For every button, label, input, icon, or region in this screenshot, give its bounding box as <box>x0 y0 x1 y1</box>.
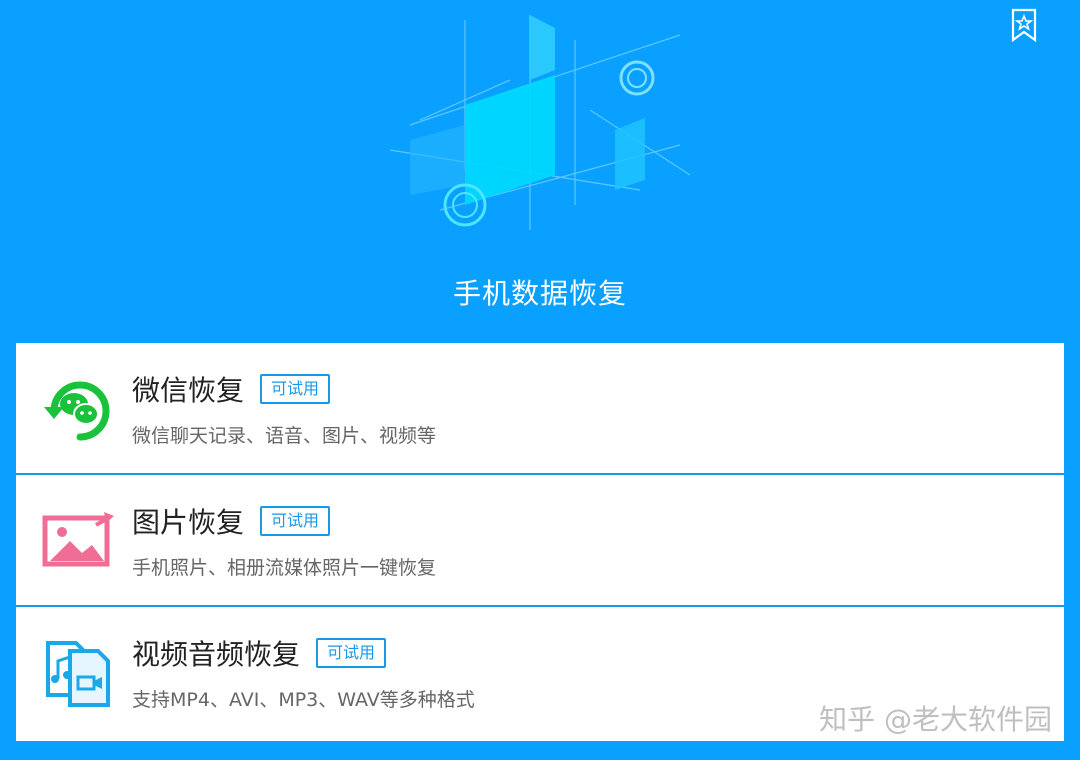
trial-badge: 可试用 <box>260 374 331 404</box>
page-title: 手机数据恢复 <box>452 277 627 310</box>
card-description: 微信聊天记录、语音、图片、视频等 <box>132 425 437 447</box>
image-recovery-card[interactable]: 图片恢复 可试用 手机照片、相册流媒体照片一键恢复 <box>16 475 1064 607</box>
card-title: 微信恢复 <box>132 374 245 407</box>
hero-illustration <box>389 15 691 230</box>
wechat-recovery-card[interactable]: 微信恢复 可试用 微信聊天记录、语音、图片、视频等 <box>16 343 1064 475</box>
recovery-options-list: 微信恢复 可试用 微信聊天记录、语音、图片、视频等 图片恢复 可试用 手机照片、… <box>16 343 1064 741</box>
trial-badge: 可试用 <box>316 638 387 668</box>
image-recovery-icon <box>42 512 114 567</box>
wechat-recovery-icon <box>44 381 110 441</box>
card-title: 视频音频恢复 <box>132 638 301 671</box>
watermark-text: 知乎 @老大软件园 <box>819 703 1052 736</box>
card-description: 支持MP4、AVI、MP3、WAV等多种格式 <box>132 689 475 711</box>
card-title: 图片恢复 <box>132 506 245 539</box>
media-files-icon <box>46 641 110 707</box>
trial-badge: 可试用 <box>260 506 331 536</box>
star-bookmark-icon[interactable] <box>1010 8 1038 42</box>
hero-header: 手机数据恢复 <box>0 0 1080 343</box>
card-description: 手机照片、相册流媒体照片一键恢复 <box>132 557 437 579</box>
